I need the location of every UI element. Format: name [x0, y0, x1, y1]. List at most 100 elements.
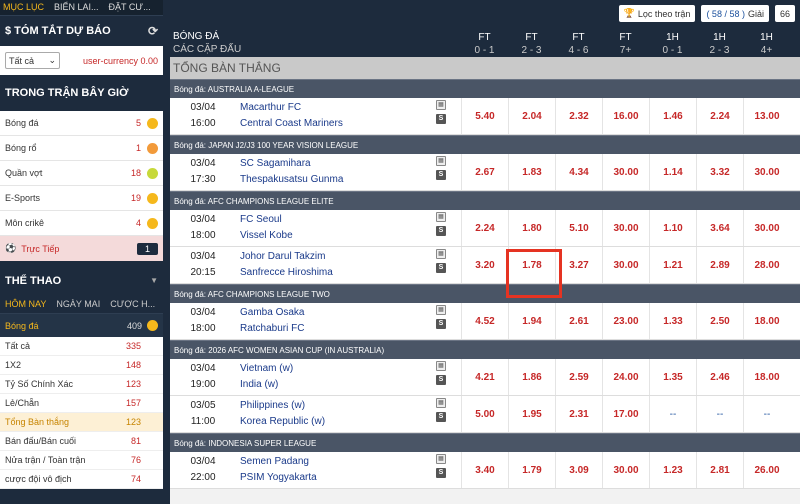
stats-icon[interactable]: ▦	[436, 100, 446, 110]
odds-cell[interactable]: 2.89	[696, 247, 743, 283]
away-team[interactable]: Ratchaburi FC	[240, 321, 304, 337]
odds-cell[interactable]: 4.21	[461, 359, 508, 395]
odds-cell[interactable]: 3.40	[461, 452, 508, 488]
odds-cell[interactable]: 30.00	[602, 210, 649, 246]
league-header[interactable]: Bóng đá: AFC CHAMPIONS LEAGUE TWO	[170, 284, 800, 303]
odds-cell[interactable]: 1.35	[649, 359, 696, 395]
odds-cell[interactable]: 1.79	[508, 452, 555, 488]
sports-section-header[interactable]: THỂ THAO ▼	[0, 267, 163, 294]
odds-cell[interactable]: 2.24	[696, 98, 743, 134]
odds-cell[interactable]: 17.00	[602, 396, 649, 432]
league-header[interactable]: Bóng đá: 2026 AFC WOMEN ASIAN CUP (IN AU…	[170, 340, 800, 359]
away-team[interactable]: Vissel Kobe	[240, 228, 293, 244]
odds-cell[interactable]: 13.00	[743, 98, 790, 134]
league-header[interactable]: Bóng đá: JAPAN J2/J3 100 YEAR VISION LEA…	[170, 135, 800, 154]
odds-cell[interactable]: 2.59	[555, 359, 602, 395]
stream-icon[interactable]: S	[436, 263, 446, 273]
odds-cell[interactable]: 3.20	[461, 247, 508, 283]
tab-menu[interactable]: MỤC LỤC	[3, 0, 44, 15]
odds-cell[interactable]: 5.40	[461, 98, 508, 134]
odds-cell[interactable]: 30.00	[602, 154, 649, 190]
odds-cell[interactable]: 3.27	[555, 247, 602, 283]
odds-cell[interactable]: 1.78	[508, 247, 555, 283]
stream-icon[interactable]: S	[436, 375, 446, 385]
refresh-icon[interactable]: ⟳	[148, 24, 158, 38]
odds-cell[interactable]: 2.50	[696, 303, 743, 339]
odds-cell[interactable]: 1.95	[508, 396, 555, 432]
stats-icon[interactable]: ▦	[436, 249, 446, 259]
odds-cell[interactable]: 24.00	[602, 359, 649, 395]
odds-cell[interactable]: 30.00	[602, 452, 649, 488]
away-team[interactable]: Sanfrecce Hiroshima	[240, 265, 333, 281]
home-team[interactable]: Johor Darul Takzim	[240, 249, 333, 265]
odds-cell[interactable]: 2.67	[461, 154, 508, 190]
stats-icon[interactable]: ▦	[436, 361, 446, 371]
stream-icon[interactable]: S	[436, 170, 446, 180]
market-item[interactable]: Nửa trận / Toàn trận 76	[0, 451, 163, 470]
stats-icon[interactable]: ▦	[436, 212, 446, 222]
stats-icon[interactable]: ▦	[436, 398, 446, 408]
odds-cell[interactable]: 3.32	[696, 154, 743, 190]
filter-matches-button[interactable]: 🏆 Lọc theo trận	[618, 5, 696, 22]
odds-cell[interactable]: 18.00	[743, 303, 790, 339]
odds-cell[interactable]: 26.00	[743, 452, 790, 488]
odds-cell[interactable]: --	[696, 396, 743, 432]
odds-cell[interactable]: --	[649, 396, 696, 432]
odds-cell[interactable]: --	[743, 396, 790, 432]
home-team[interactable]: SC Sagamihara	[240, 156, 343, 172]
odds-cell[interactable]: 2.61	[555, 303, 602, 339]
stream-icon[interactable]: S	[436, 226, 446, 236]
live-sport-row[interactable]: Bóng rổ 1	[0, 136, 163, 161]
odds-cell[interactable]: 3.64	[696, 210, 743, 246]
odds-cell[interactable]: 3.09	[555, 452, 602, 488]
live-sport-row[interactable]: E-Sports 19	[0, 186, 163, 211]
live-stream-row[interactable]: ⚽ Trực Tiếp 1	[0, 236, 163, 261]
tab-tomorrow[interactable]: NGÀY MAI	[56, 299, 100, 309]
home-team[interactable]: Macarthur FC	[240, 100, 343, 116]
odds-cell[interactable]: 1.23	[649, 452, 696, 488]
home-team[interactable]: Philippines (w)	[240, 398, 325, 414]
stream-icon[interactable]: S	[436, 412, 446, 422]
odds-cell[interactable]: 2.81	[696, 452, 743, 488]
odds-cell[interactable]: 30.00	[743, 154, 790, 190]
leagues-count-button[interactable]: ( 58 / 58 ) Giải	[701, 5, 769, 22]
odds-cell[interactable]: 1.33	[649, 303, 696, 339]
odds-cell[interactable]: 1.10	[649, 210, 696, 246]
home-team[interactable]: Vietnam (w)	[240, 361, 293, 377]
tab-bets[interactable]: ĐẶT CƯ...	[109, 0, 151, 15]
tab-outright[interactable]: CƯỢC H...	[110, 299, 155, 309]
odds-cell[interactable]: 1.83	[508, 154, 555, 190]
home-team[interactable]: FC Seoul	[240, 212, 293, 228]
away-team[interactable]: India (w)	[240, 377, 293, 393]
odds-cell[interactable]: 1.86	[508, 359, 555, 395]
market-item[interactable]: Lẻ/Chẵn 157	[0, 394, 163, 413]
tab-today[interactable]: HÔM NAY	[5, 299, 46, 309]
home-team[interactable]: Gamba Osaka	[240, 305, 304, 321]
home-team[interactable]: Semen Padang	[240, 454, 317, 470]
league-header[interactable]: Bóng đá: AFC CHAMPIONS LEAGUE ELITE	[170, 191, 800, 210]
stats-icon[interactable]: ▦	[436, 305, 446, 315]
odds-cell[interactable]: 1.21	[649, 247, 696, 283]
away-team[interactable]: Thespakusatsu Gunma	[240, 172, 343, 188]
odds-cell[interactable]: 2.04	[508, 98, 555, 134]
live-sport-row[interactable]: Quần vợt 18	[0, 161, 163, 186]
tab-receipt[interactable]: BIỂN LAI...	[54, 0, 99, 15]
odds-cell[interactable]: 4.52	[461, 303, 508, 339]
odds-cell[interactable]: 2.32	[555, 98, 602, 134]
market-item[interactable]: cược đội vô địch 74	[0, 470, 163, 489]
summary-filter-select[interactable]: Tất cả ⌄	[5, 52, 60, 69]
market-item[interactable]: 1X2 148	[0, 356, 163, 375]
odds-cell[interactable]: 1.80	[508, 210, 555, 246]
odds-cell[interactable]: 18.00	[743, 359, 790, 395]
stats-icon[interactable]: ▦	[436, 454, 446, 464]
stream-icon[interactable]: S	[436, 114, 446, 124]
sport-soccer-active[interactable]: Bóng đá 409	[0, 314, 163, 337]
odds-cell[interactable]: 28.00	[743, 247, 790, 283]
odds-cell[interactable]: 2.24	[461, 210, 508, 246]
odds-cell[interactable]: 1.94	[508, 303, 555, 339]
stream-icon[interactable]: S	[436, 319, 446, 329]
market-item[interactable]: Bán đấu/Bán cuối 81	[0, 432, 163, 451]
market-item[interactable]: Tổng Bàn thắng 123	[0, 413, 163, 432]
odds-cell[interactable]: 2.46	[696, 359, 743, 395]
odds-cell[interactable]: 4.34	[555, 154, 602, 190]
